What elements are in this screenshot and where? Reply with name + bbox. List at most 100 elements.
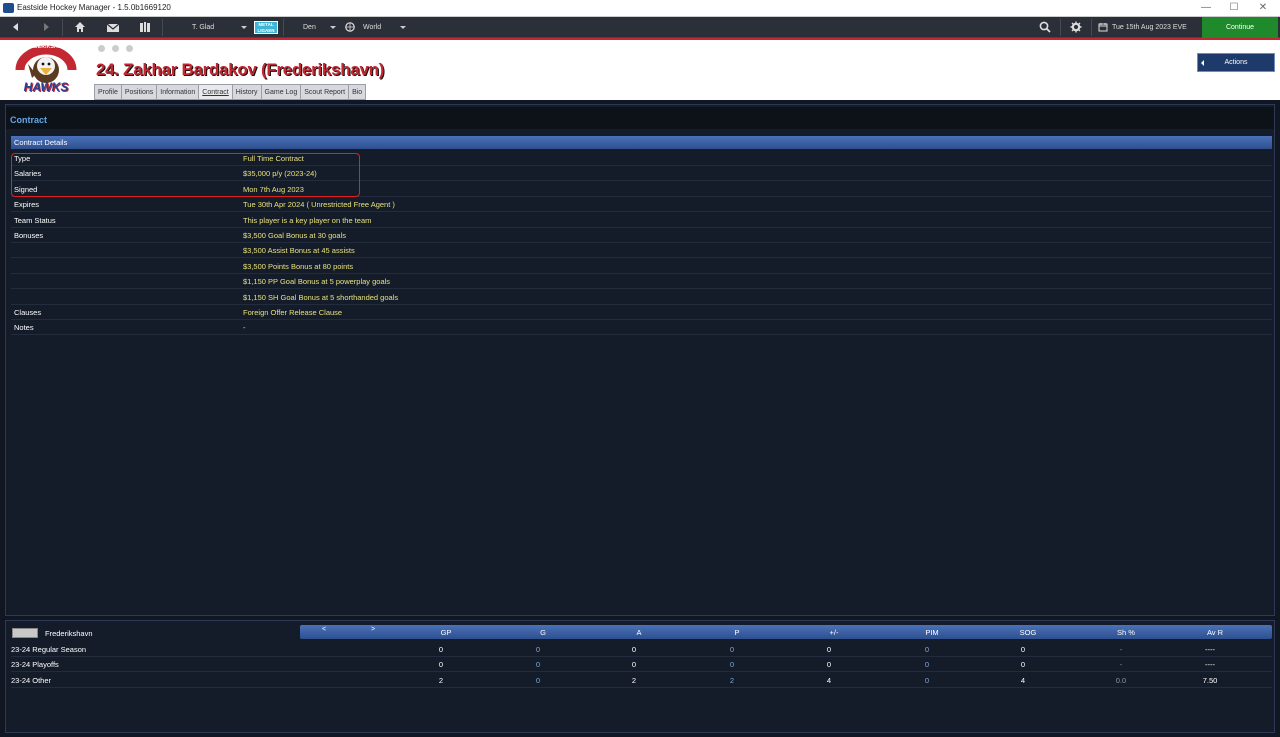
tab-bio[interactable]: Bio bbox=[348, 84, 367, 100]
stats-header: < > GP G A P +/- PIM SOG Sh % Av R bbox=[300, 625, 1272, 639]
contract-panel: Contract Contract Details Type Full Time … bbox=[5, 104, 1275, 616]
stats-cell: 2 bbox=[729, 675, 735, 685]
manager-name: T. Glad bbox=[192, 24, 215, 31]
contract-row: $3,500 Assist Bonus at 45 assists bbox=[11, 243, 1272, 259]
chevron-down-icon bbox=[400, 26, 406, 29]
stats-column-header[interactable]: A bbox=[619, 628, 659, 637]
stats-cell: - bbox=[1119, 660, 1123, 670]
toolbar-divider bbox=[62, 19, 63, 36]
stats-column-header[interactable]: +/- bbox=[814, 628, 854, 637]
stats-cell: 4 bbox=[826, 675, 832, 685]
stats-cell: 2 bbox=[631, 675, 637, 685]
league-badge-text: METAL LIGAEN bbox=[257, 22, 275, 33]
scope-dropdown[interactable]: World bbox=[343, 17, 409, 38]
home-button[interactable] bbox=[68, 17, 92, 38]
contract-row-value: Foreign Offer Release Clause bbox=[243, 308, 343, 317]
stats-cell: 4 bbox=[1020, 675, 1026, 685]
window-title: Eastside Hockey Manager - 1.5.0b1669120 bbox=[17, 3, 171, 12]
tab-contract[interactable]: Contract bbox=[198, 84, 232, 100]
app-icon bbox=[3, 3, 14, 13]
stats-next-button[interactable]: > bbox=[371, 626, 375, 633]
stats-cell: 0 bbox=[1020, 660, 1026, 670]
chevron-down-icon bbox=[241, 26, 247, 29]
player-title: 24. Zakhar Bardakov (Frederikshavn) bbox=[96, 60, 385, 79]
close-button[interactable]: ✕ bbox=[1250, 1, 1276, 15]
stats-cell: 0 bbox=[438, 645, 444, 654]
forward-button[interactable] bbox=[34, 17, 58, 38]
building-icon bbox=[140, 22, 150, 32]
tab-scout-report[interactable]: Scout Report bbox=[300, 84, 349, 100]
tab-positions[interactable]: Positions bbox=[120, 84, 157, 100]
forward-arrow-icon bbox=[44, 23, 49, 31]
stats-cell: 0 bbox=[535, 645, 541, 654]
scope-value: World bbox=[363, 24, 382, 31]
stats-cell: 7.50 bbox=[1202, 675, 1218, 685]
team-logo-wordmark: HAWKS bbox=[23, 80, 69, 94]
settings-button[interactable] bbox=[1064, 17, 1088, 38]
section-title: Contract bbox=[6, 107, 1274, 129]
stats-cell: 0 bbox=[924, 645, 930, 654]
contract-row: $1,150 SH Goal Bonus at 5 shorthanded go… bbox=[11, 290, 1272, 305]
stats-column-header[interactable]: P bbox=[717, 628, 757, 637]
tab-information[interactable]: Information bbox=[156, 84, 199, 100]
dot-icon[interactable] bbox=[98, 45, 105, 52]
stats-column-header[interactable]: GP bbox=[426, 628, 466, 637]
manager-dropdown[interactable]: T. Glad bbox=[164, 17, 248, 38]
stats-column-header[interactable]: PIM bbox=[912, 628, 952, 637]
search-button[interactable] bbox=[1033, 17, 1057, 38]
caret-left-icon bbox=[1201, 60, 1204, 66]
stats-cell: 0 bbox=[535, 675, 541, 685]
contract-row-value: $3,500 Points Bonus at 80 points bbox=[243, 261, 354, 271]
stats-prev-button[interactable]: < bbox=[322, 626, 326, 633]
contract-row: Team Status This player is a key player o… bbox=[11, 213, 1272, 228]
stats-column-header[interactable]: G bbox=[523, 628, 563, 637]
stats-cell: 0 bbox=[729, 645, 735, 654]
chevron-down-icon bbox=[330, 26, 336, 29]
contract-row-label: Clauses bbox=[14, 308, 42, 317]
tab-history[interactable]: History bbox=[231, 84, 261, 100]
tab-game-log[interactable]: Game Log bbox=[260, 84, 301, 100]
stats-row: 23-24 Regular Season 0 0 0 0 0 0 0- ---- bbox=[11, 642, 1272, 657]
date-display[interactable]: Tue 15th Aug 2023 EVE bbox=[1096, 17, 1200, 38]
calendar-icon bbox=[1098, 23, 1108, 32]
actions-label: Actions bbox=[1224, 59, 1248, 66]
stats-cell: 2 bbox=[438, 675, 444, 685]
stats-panel: Frederikshavn < > GP G A P +/- PIM SOG Sh % Av R… bbox=[5, 620, 1275, 733]
tab-profile[interactable]: Profile bbox=[94, 84, 121, 100]
stats-row-label: 23-24 Playoffs bbox=[11, 660, 59, 670]
contract-row: Clauses Foreign Offer Release Clause bbox=[11, 305, 1272, 320]
stats-cell: 0 bbox=[924, 675, 930, 685]
stats-cell: 0.0 bbox=[1115, 675, 1127, 685]
gear-icon bbox=[1070, 21, 1082, 33]
maximize-button[interactable]: ☐ bbox=[1221, 1, 1247, 15]
contract-row-value: $3,500 Assist Bonus at 45 assists bbox=[243, 246, 355, 256]
search-icon bbox=[1039, 21, 1051, 33]
stats-column-header[interactable]: Av R bbox=[1195, 628, 1235, 637]
contract-details-header: Contract Details bbox=[11, 136, 1272, 149]
window-titlebar: Eastside Hockey Manager - 1.5.0b1669120 … bbox=[0, 0, 1280, 17]
stats-row-label: 23-24 Regular Season bbox=[11, 645, 87, 654]
contract-row-label: Expires bbox=[14, 200, 40, 210]
minimize-button[interactable]: — bbox=[1193, 1, 1219, 15]
toolbar-divider bbox=[1060, 19, 1061, 36]
country-dropdown[interactable]: Den bbox=[286, 17, 340, 38]
continue-button[interactable]: Continue bbox=[1202, 17, 1278, 38]
back-button[interactable] bbox=[4, 17, 28, 38]
dot-icon[interactable] bbox=[112, 45, 119, 52]
stats-team: Frederikshavn bbox=[12, 627, 302, 641]
league-badge[interactable]: METAL LIGAEN bbox=[254, 21, 278, 34]
stats-column-header[interactable]: SOG bbox=[1008, 628, 1048, 637]
stats-cell: 0 bbox=[631, 660, 637, 670]
team-logo-arc-text: FREDERIKSHAVN bbox=[23, 44, 69, 50]
stats-row: 23-24 Other 2 0 2 2 4 0 4 0.0 7.50 bbox=[11, 673, 1272, 688]
contract-row-value: $3,500 Goal Bonus at 30 goals bbox=[243, 231, 346, 240]
inbox-button[interactable] bbox=[100, 17, 126, 38]
stats-column-header[interactable]: Sh % bbox=[1106, 628, 1146, 637]
stats-cell: 0 bbox=[826, 660, 832, 670]
club-button[interactable] bbox=[132, 17, 158, 38]
toolbar-divider bbox=[1091, 19, 1092, 36]
contract-row-label: Notes bbox=[14, 323, 34, 333]
actions-button[interactable]: Actions bbox=[1197, 53, 1275, 72]
stats-cell: 0 bbox=[438, 660, 444, 670]
dot-icon[interactable] bbox=[126, 45, 133, 52]
